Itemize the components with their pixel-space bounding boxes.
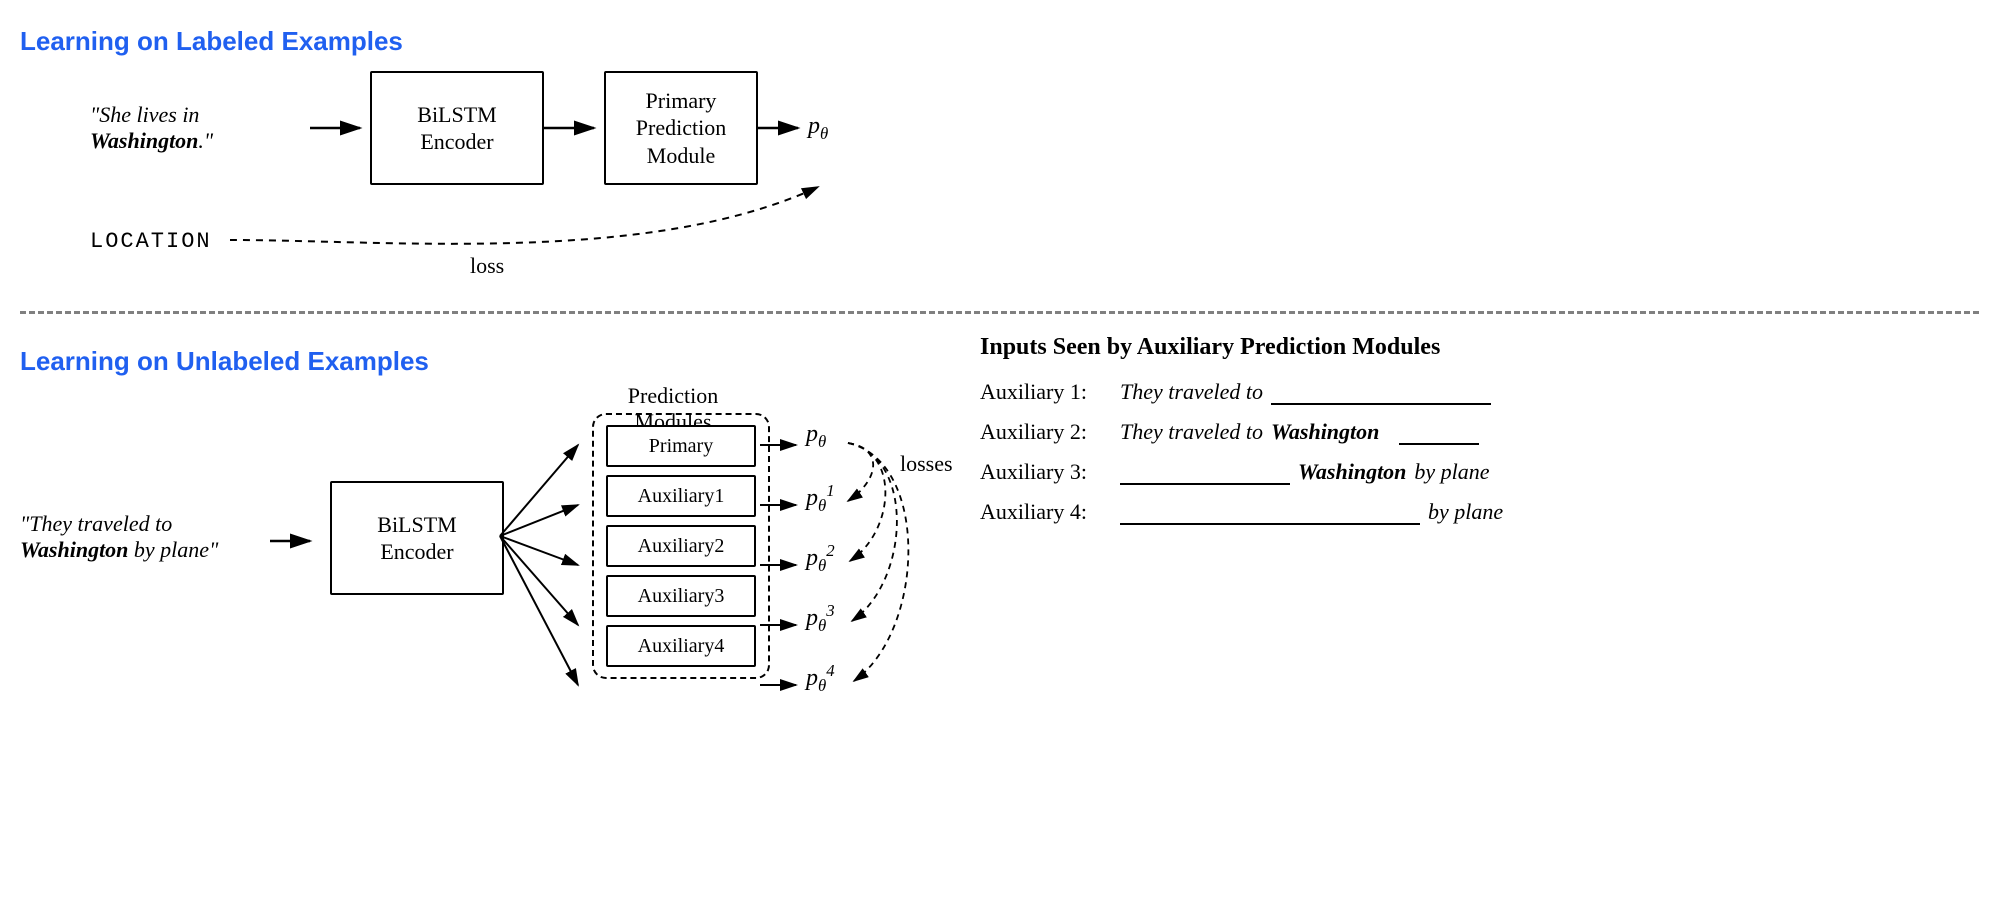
losses-label: losses — [900, 451, 953, 477]
aux-input-row-1: Auxiliary 1: They traveled to — [980, 379, 1979, 405]
module-aux-2: Auxiliary 2 — [606, 525, 756, 567]
arrow-module-to-p — [758, 118, 808, 138]
module-aux-4: Auxiliary 4 — [606, 625, 756, 667]
aux-input-row-3: Auxiliary 3: Washington by plane — [980, 459, 1979, 485]
aux-input-row-4: Auxiliary 4: by plane — [980, 499, 1979, 525]
arrow-input-to-encoder-bottom — [270, 531, 320, 551]
modules-group: Primary Auxiliary 1 Auxiliary 2 Auxiliar… — [592, 413, 770, 679]
module-aux-3: Auxiliary 3 — [606, 575, 756, 617]
encoder-box-bottom: BiLSTM Encoder — [330, 481, 504, 595]
encoder-box-top: BiLSTM Encoder — [370, 71, 544, 185]
dashed-loss-curve — [90, 195, 910, 285]
module-aux-1: Auxiliary 1 — [606, 475, 756, 517]
p-theta-top: pθ — [808, 113, 828, 144]
arrow-encoder-to-module — [544, 118, 604, 138]
module-primary: Primary — [606, 425, 756, 467]
aux-inputs-title: Inputs Seen by Auxiliary Prediction Modu… — [980, 334, 1979, 361]
aux-input-row-2: Auxiliary 2: They traveled to Washington — [980, 419, 1979, 445]
section-divider — [20, 311, 1979, 314]
unlabeled-input-text: "They traveled to Washington by plane" — [20, 511, 260, 563]
labeled-input-text: "She lives in Washington." — [90, 102, 310, 154]
section-unlabeled: Learning on Unlabeled Examples "They tra… — [20, 340, 1979, 791]
section-labeled: Learning on Labeled Examples "She lives … — [20, 26, 1979, 285]
unlabeled-heading: Learning on Unlabeled Examples — [20, 346, 920, 377]
arrow-input-to-encoder — [310, 118, 370, 138]
module-out-arrows — [760, 421, 810, 741]
aux-inputs-panel: Inputs Seen by Auxiliary Prediction Modu… — [980, 334, 1979, 539]
primary-module-box-top: Primary Prediction Module — [604, 71, 758, 185]
labeled-heading: Learning on Labeled Examples — [20, 26, 1979, 57]
fanout-arrows — [500, 421, 590, 741]
